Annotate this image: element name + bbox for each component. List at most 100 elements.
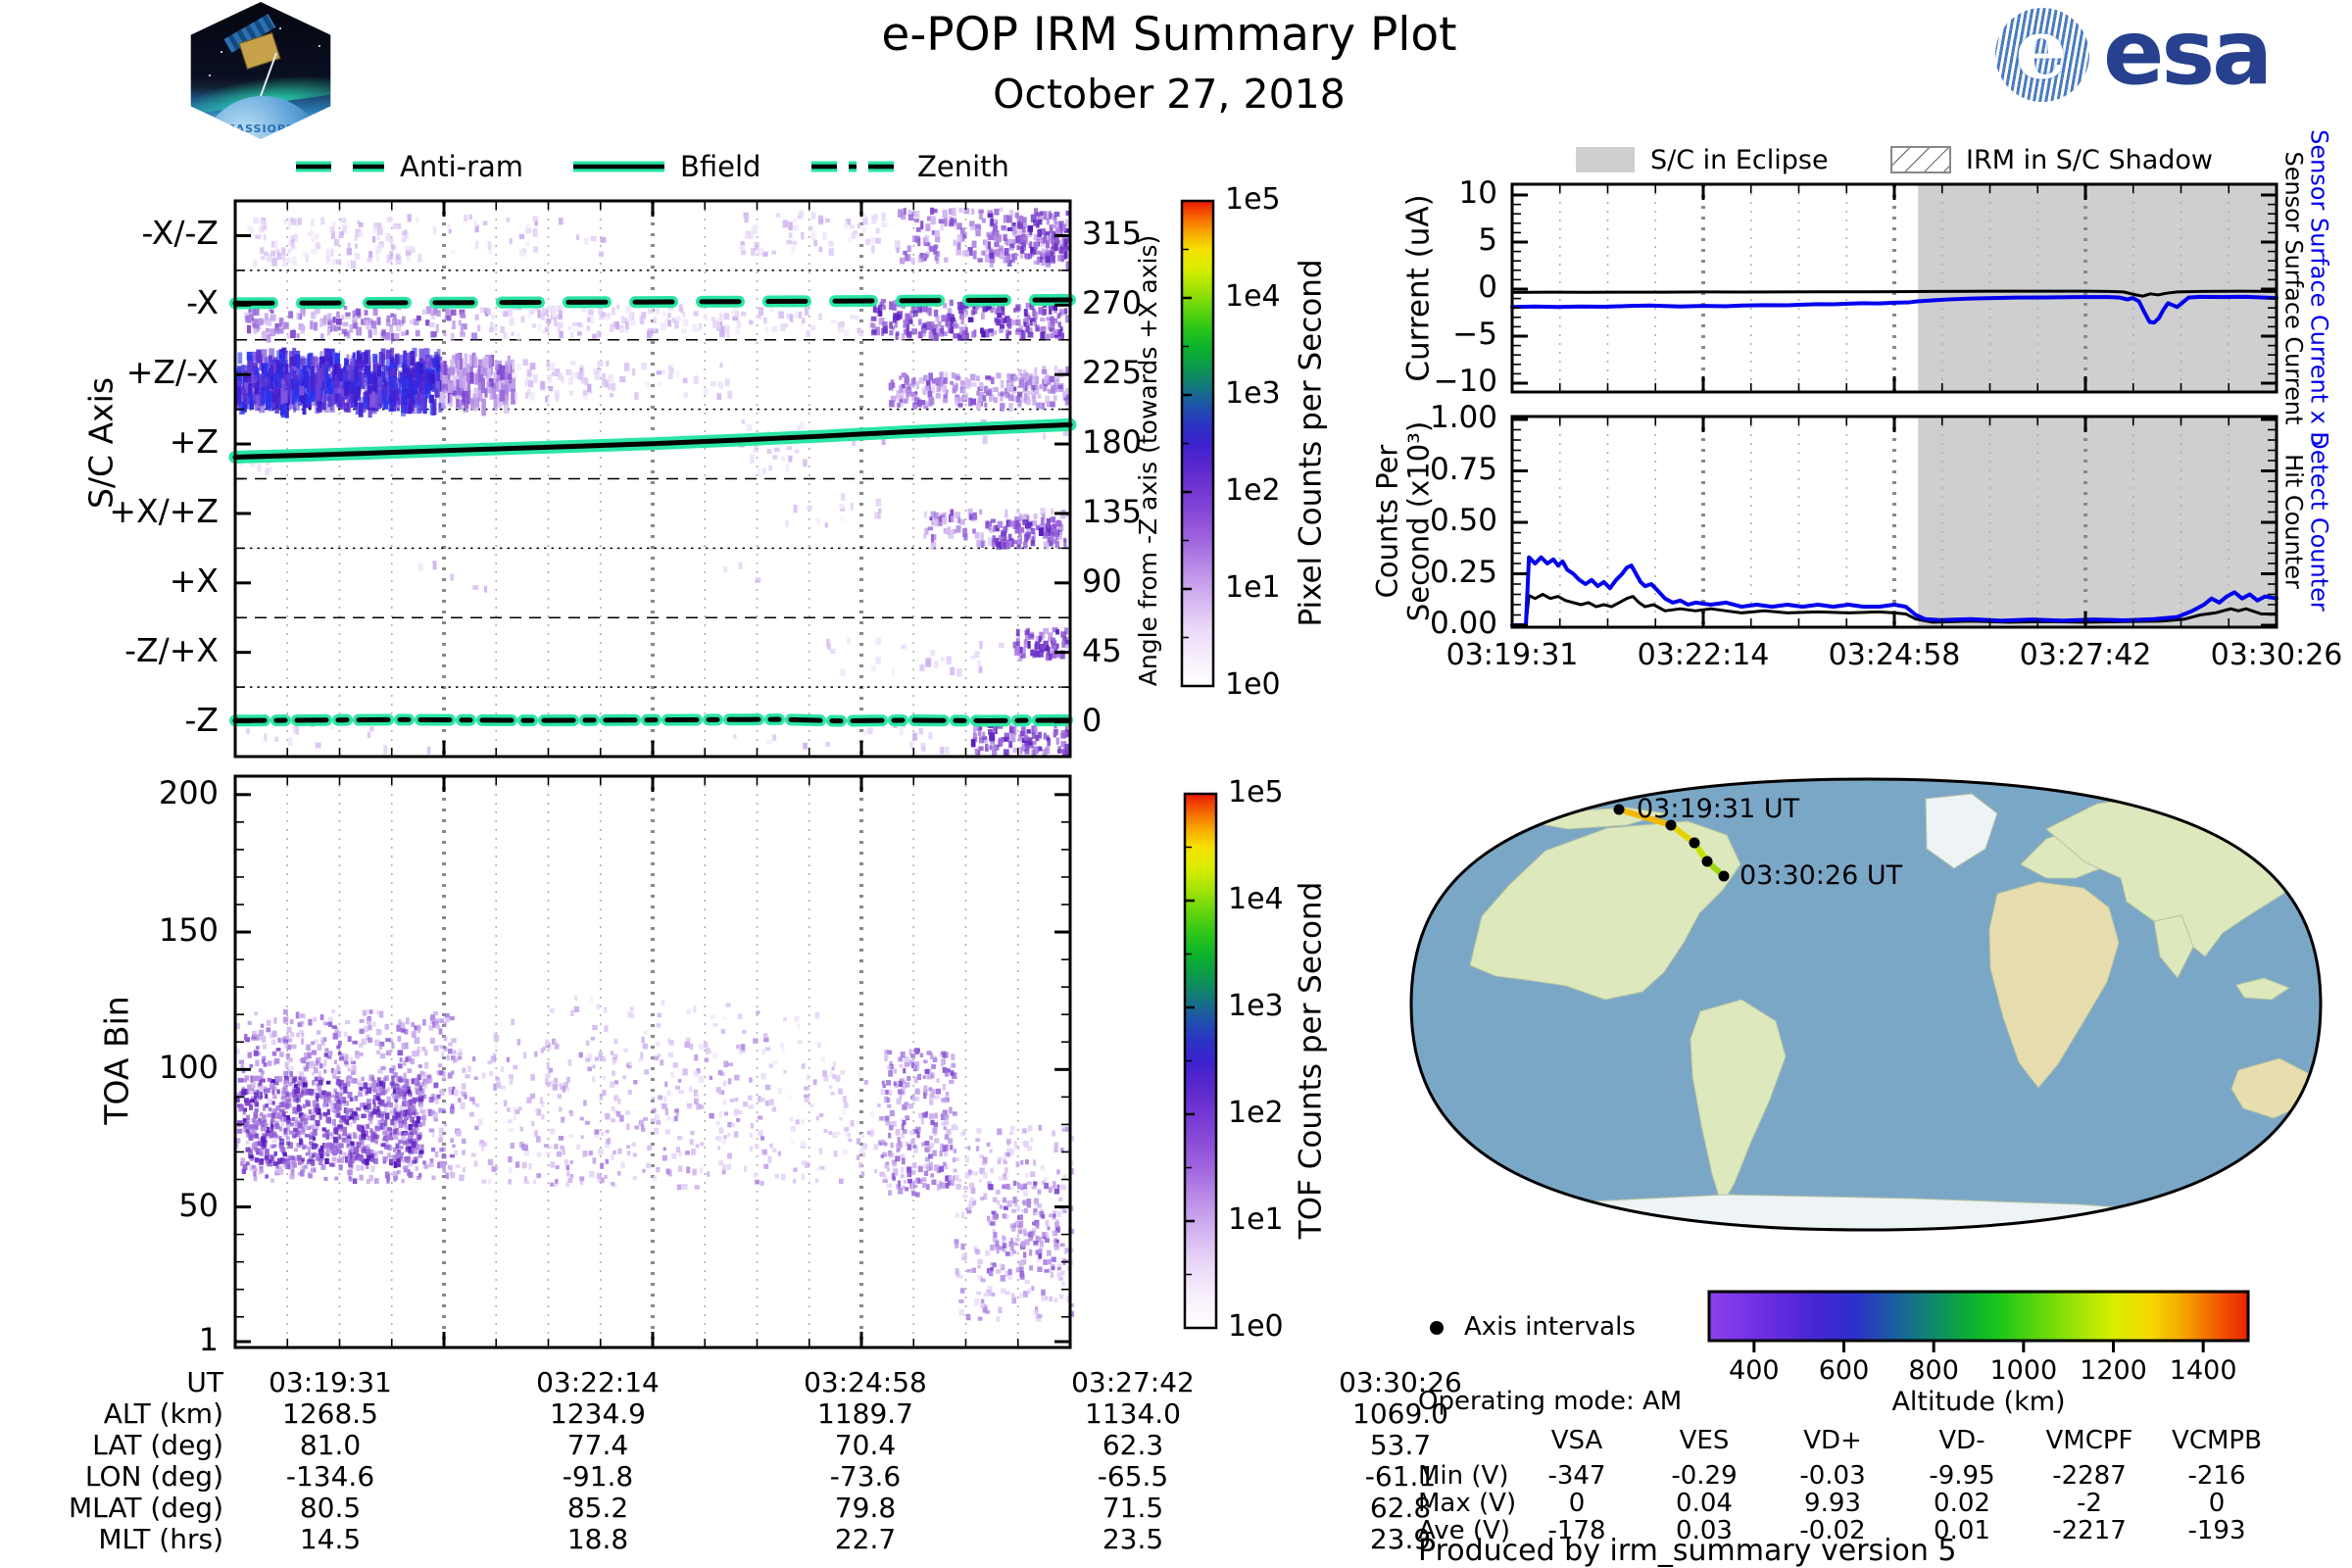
- ephemeris-row-label: LON (deg): [84, 1460, 223, 1493]
- altitude-tick-label: 400: [1729, 1355, 1780, 1386]
- ephemeris-value: 1268.5: [282, 1397, 378, 1430]
- ephemeris-value: 79.8: [834, 1492, 897, 1524]
- toa-ytick-label: 50: [178, 1186, 219, 1224]
- legend-label-anti-ram: Anti-ram: [400, 150, 524, 183]
- time-tick-label: 03:30:26: [2210, 638, 2343, 672]
- ephemeris-value: -65.5: [1097, 1460, 1169, 1493]
- toa-ytick-label: 1: [198, 1321, 219, 1358]
- altitude-tick-label: 1200: [2080, 1355, 2147, 1386]
- track-end-time-label: 03:30:26 UT: [1740, 860, 1903, 891]
- ephemeris-value: 03:30:26: [1339, 1366, 1462, 1398]
- tof-counts-colorbar-tick: 1e2: [1228, 1096, 1284, 1130]
- sensor-current-x5-label: Sensor Surface Current x 5: [2305, 129, 2333, 447]
- toa-ytick-label: 100: [158, 1049, 219, 1087]
- current-eclipse-region: [1918, 184, 2277, 392]
- voltage-col-header: VD-: [1938, 1426, 1985, 1455]
- ephemeris-value: 22.7: [834, 1523, 897, 1555]
- angle-tick-label: 225: [1082, 354, 1143, 392]
- ephemeris-value: 71.5: [1102, 1492, 1164, 1524]
- epop-irm-summary-page: CASSIOPE e-POP IRM Summary Plot October …: [0, 0, 2352, 1568]
- voltage-value: -0.03: [1799, 1461, 1866, 1491]
- track-interval-dot: [1613, 804, 1625, 815]
- page-title: e-POP IRM Summary Plot: [881, 8, 1457, 62]
- pixel-counts-colorbar-tick: 1e2: [1225, 473, 1281, 508]
- angle-tick-label: 270: [1082, 284, 1143, 322]
- altitude-tick-label: 600: [1818, 1355, 1870, 1386]
- legend-label-shadow: IRM in S/C Shadow: [1966, 145, 2214, 175]
- toa-ytick-label: 200: [158, 773, 219, 811]
- ephemeris-value: 85.2: [566, 1492, 629, 1524]
- voltage-col-header: VCMPB: [2172, 1426, 2262, 1455]
- sc-axis-row-label: +X: [169, 561, 219, 600]
- current-ytick-label: −10: [1433, 364, 1497, 399]
- counts-ytick-label: 0.50: [1429, 503, 1497, 538]
- counts-ytick-label: 0.25: [1429, 554, 1497, 590]
- ephemeris-value: 62.8: [1369, 1492, 1432, 1524]
- voltage-value: 0: [1568, 1489, 1586, 1518]
- voltage-value: -0.29: [1671, 1461, 1738, 1491]
- time-tick-label: 03:22:14: [1637, 638, 1770, 672]
- ephemeris-value: 81.0: [299, 1429, 362, 1461]
- esa-logo-text: esa: [2103, 0, 2273, 105]
- ephemeris-row-label: MLT (hrs): [98, 1523, 223, 1555]
- counts-ytick-label: 0.00: [1429, 606, 1497, 641]
- sc-axis-row-label: -X/-Z: [141, 214, 219, 253]
- pixel-counts-colorbar-tick: 1e0: [1225, 667, 1281, 702]
- track-interval-dot: [1718, 870, 1730, 882]
- ephemeris-value: 1069.0: [1352, 1397, 1448, 1430]
- pixel-counts-colorbar-label: Pixel Counts per Second: [1293, 259, 1329, 627]
- ephemeris-value: 62.3: [1102, 1429, 1164, 1461]
- current-ytick-label: 5: [1478, 222, 1497, 258]
- ephemeris-value: -134.6: [285, 1460, 375, 1493]
- counts-eclipse-region: [1918, 416, 2277, 627]
- ephemeris-value: 18.8: [566, 1523, 629, 1555]
- sc-axis-row-label: -X: [186, 283, 219, 322]
- tof-counts-colorbar-tick: 1e1: [1228, 1202, 1284, 1237]
- time-tick-label: 03:27:42: [2019, 638, 2152, 672]
- current-ytick-label: 0: [1478, 270, 1497, 305]
- ephemeris-value: 03:22:14: [536, 1366, 660, 1398]
- ephemeris-value: 1234.9: [550, 1397, 646, 1430]
- esa-globe-icon: e: [1995, 8, 2089, 102]
- voltage-col-header: VES: [1679, 1426, 1730, 1455]
- ephemeris-row-label: LAT (deg): [92, 1429, 223, 1461]
- detect-counter-label: Detect Counter: [2305, 431, 2333, 612]
- track-start-time-label: 03:19:31 UT: [1637, 794, 1800, 824]
- angle-tick-label: 135: [1082, 492, 1143, 530]
- ephemeris-value: -61.1: [1364, 1460, 1437, 1493]
- sc-axis-row-label: +Z/-X: [125, 353, 219, 392]
- voltage-value: -193: [2187, 1516, 2246, 1545]
- altitude-bar-label: Altitude (km): [1891, 1387, 2066, 1417]
- page-subtitle: October 27, 2018: [993, 71, 1346, 118]
- voltage-value: -0.02: [1799, 1516, 1866, 1545]
- legend-label-zenith: Zenith: [917, 150, 1009, 183]
- ephemeris-value: 1134.0: [1085, 1397, 1181, 1430]
- ephemeris-value: 77.4: [566, 1429, 629, 1461]
- ephemeris-value: 53.7: [1369, 1429, 1432, 1461]
- current-ytick-label: 10: [1458, 175, 1497, 211]
- ephemeris-value: 03:27:42: [1071, 1366, 1195, 1398]
- ephemeris-row-label: UT: [186, 1366, 223, 1398]
- altitude-tick-label: 1400: [2169, 1355, 2237, 1386]
- track-interval-dot: [1701, 856, 1713, 867]
- counts-ytick-label: 0.75: [1429, 451, 1497, 487]
- ephemeris-value: 70.4: [834, 1429, 897, 1461]
- ephemeris-value: 23.5: [1102, 1523, 1164, 1555]
- legend-label-eclipse: S/C in Eclipse: [1650, 145, 1829, 175]
- angle-tick-label: 315: [1082, 215, 1143, 253]
- counts-ytick-label: 1.00: [1429, 400, 1497, 435]
- ephemeris-value: 23.9: [1369, 1523, 1432, 1555]
- voltage-value: 0.01: [1934, 1516, 1990, 1545]
- time-tick-label: 03:24:58: [1828, 638, 1961, 672]
- altitude-tick-label: 1000: [1989, 1355, 2058, 1386]
- sc-axis-row-label: +X/+Z: [109, 491, 219, 530]
- sc-axis-row-label: +Z: [169, 422, 219, 462]
- voltage-value: -2217: [2052, 1516, 2127, 1545]
- tof-counts-colorbar-tick: 1e0: [1228, 1309, 1284, 1344]
- voltage-value: 0.04: [1676, 1489, 1733, 1518]
- voltage-value: -2287: [2052, 1461, 2127, 1491]
- legend-label-bfield: Bfield: [680, 150, 761, 183]
- sc-axis-row-label: -Z: [184, 700, 219, 739]
- time-tick-label: 03:19:31: [1446, 638, 1579, 672]
- altitude-colorbar: [1707, 1290, 2250, 1343]
